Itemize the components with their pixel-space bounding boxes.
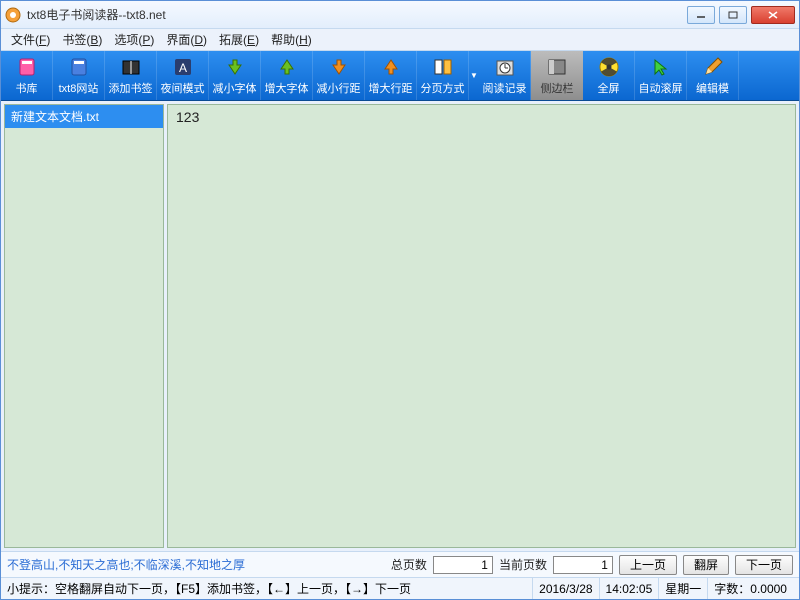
page-mode-icon: [432, 56, 454, 78]
night-icon: A: [172, 56, 194, 78]
book-open-icon: [120, 56, 142, 78]
reader-pane[interactable]: 123: [167, 104, 796, 548]
tool-autoscroll[interactable]: 自动滚屏: [635, 51, 687, 100]
total-pages-label: 总页数: [391, 556, 427, 573]
menubar: 文件(F)书签(B)选项(P)界面(D)拓展(E)帮助(H): [1, 29, 799, 51]
tool-label: 增大字体: [265, 80, 309, 96]
menu-界面[interactable]: 界面(D): [160, 29, 213, 50]
tool-label: 阅读记录: [483, 80, 527, 96]
tool-label: 减小字体: [213, 80, 257, 96]
tool-label: 编辑模: [696, 80, 729, 96]
toolbar: 书库 txt8网站添加书签 A 夜间模式减小字体增大字体减小行距增大行距分页方式▼阅读…: [1, 51, 799, 101]
tool-font-smaller[interactable]: 减小字体: [209, 51, 261, 100]
tool-website[interactable]: txt8网站: [53, 51, 105, 100]
tool-fullscreen[interactable]: 全屏: [583, 51, 635, 100]
status-weekday: 星期一: [658, 578, 707, 599]
tool-line-bigger[interactable]: 增大行距: [365, 51, 417, 100]
status-date: 2016/3/28: [532, 578, 598, 599]
app-icon: [5, 7, 21, 23]
arrow-up-orange-icon: [380, 56, 402, 78]
maximize-button[interactable]: [719, 6, 747, 24]
content-area: 新建文本文档.txt 123: [1, 101, 799, 551]
tool-label: 分页方式: [421, 80, 465, 96]
svg-text:A: A: [178, 61, 186, 75]
sidebar-item[interactable]: 新建文本文档.txt: [5, 105, 163, 128]
total-pages-value: 1: [433, 556, 493, 574]
statusbar: 小提示：空格翻屏自动下一页，【F5】添加书签，【←】上一页，【→】下一页 201…: [1, 577, 799, 599]
arrow-down-green-icon: [224, 56, 246, 78]
tool-label: 添加书签: [109, 80, 153, 96]
tool-edit-mode[interactable]: 编辑模: [687, 51, 739, 100]
titlebar: txt8电子书阅读器--txt8.net: [1, 1, 799, 29]
close-button[interactable]: [751, 6, 795, 24]
status-wordcount: 字数：0.0000: [707, 578, 793, 599]
prev-page-button[interactable]: 上一页: [619, 555, 677, 575]
menu-帮助[interactable]: 帮助(H): [265, 29, 318, 50]
next-page-button[interactable]: 下一页: [735, 555, 793, 575]
tool-label: 夜间模式: [161, 80, 205, 96]
book-pink-icon: [16, 56, 38, 78]
menu-拓展[interactable]: 拓展(E): [213, 29, 265, 50]
status-tip: 小提示：空格翻屏自动下一页，【F5】添加书签，【←】上一页，【→】下一页: [7, 580, 532, 597]
book-blue-icon: [68, 56, 90, 78]
cursor-icon: [650, 56, 672, 78]
arrow-down-orange-icon: [328, 56, 350, 78]
tool-label: 减小行距: [317, 80, 361, 96]
tool-sidebar-toggle[interactable]: 侧边栏: [531, 51, 583, 100]
sidebar: 新建文本文档.txt: [4, 104, 164, 548]
tool-font-bigger[interactable]: 增大字体: [261, 51, 313, 100]
status-time: 14:02:05: [599, 578, 659, 599]
tool-label: 全屏: [598, 80, 620, 96]
flip-button[interactable]: 翻屏: [683, 555, 729, 575]
clock-icon: [494, 56, 516, 78]
quote-text: 不登高山,不知天之高也;不临深溪,不知地之厚: [7, 556, 385, 573]
chevron-down-icon[interactable]: ▼: [469, 51, 479, 100]
tool-label: 自动滚屏: [639, 80, 683, 96]
pencil-icon: [702, 56, 724, 78]
menu-书签[interactable]: 书签(B): [56, 29, 108, 50]
tool-line-smaller[interactable]: 减小行距: [313, 51, 365, 100]
window-controls: [687, 6, 795, 24]
current-page-value: 1: [553, 556, 613, 574]
reader-text: 123: [176, 109, 199, 125]
window-title: txt8电子书阅读器--txt8.net: [27, 6, 687, 23]
tool-label: 增大行距: [369, 80, 413, 96]
sidebar-icon: [546, 56, 568, 78]
tool-label: 侧边栏: [541, 80, 574, 96]
minimize-button[interactable]: [687, 6, 715, 24]
radiation-icon: [598, 56, 620, 78]
arrow-up-green-icon: [276, 56, 298, 78]
pagination-bar: 不登高山,不知天之高也;不临深溪,不知地之厚 总页数 1 当前页数 1 上一页 …: [1, 551, 799, 577]
current-page-label: 当前页数: [499, 556, 547, 573]
tool-history[interactable]: 阅读记录: [479, 51, 531, 100]
tool-label: txt8网站: [59, 80, 99, 96]
tool-library[interactable]: 书库: [1, 51, 53, 100]
menu-选项[interactable]: 选项(P): [108, 29, 160, 50]
tool-label: 书库: [16, 80, 38, 96]
app-window: txt8电子书阅读器--txt8.net 文件(F)书签(B)选项(P)界面(D…: [0, 0, 800, 600]
tool-night-mode[interactable]: A 夜间模式: [157, 51, 209, 100]
tool-add-bookmark[interactable]: 添加书签: [105, 51, 157, 100]
menu-文件[interactable]: 文件(F): [5, 29, 56, 50]
tool-page-mode[interactable]: 分页方式: [417, 51, 469, 100]
